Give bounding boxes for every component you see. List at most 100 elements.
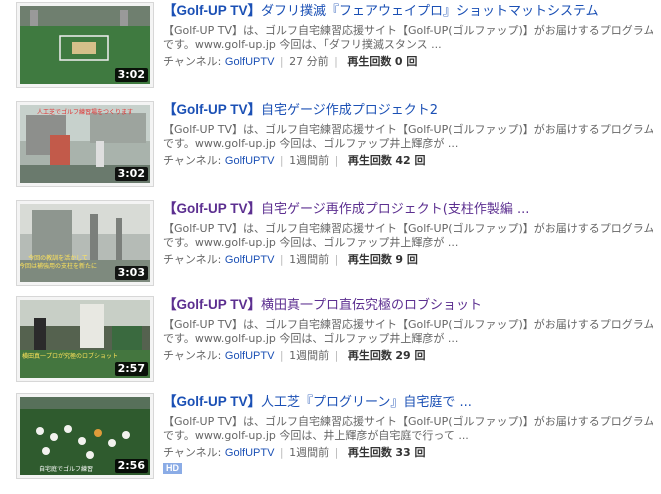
video-title-link[interactable]: 【Golf-UP TV】ダフリ撲滅『フェアウェイプロ』ショットマットシステム <box>163 2 653 20</box>
description-line-1: 【Golf-UP TV】は、ゴルフ自宅練習応援サイト【Golf-UP(ゴルファッ… <box>163 24 653 37</box>
video-description: 【Golf-UP TV】は、ゴルフ自宅練習応援サイト【Golf-UP(ゴルファッ… <box>163 318 653 346</box>
thumbnail-caption: 横田真一プロが究極のロブショット <box>22 352 118 360</box>
description-line-1: 【Golf-UP TV】は、ゴルフ自宅練習応援サイト【Golf-UP(ゴルファッ… <box>163 318 653 331</box>
view-count-label: 再生回数 <box>347 349 392 362</box>
thumbnail-caption: 今回は補強用の支柱を新たに <box>20 262 97 270</box>
view-count: 29 回 <box>395 349 426 362</box>
view-count: 9 回 <box>395 253 418 266</box>
video-duration: 3:02 <box>114 68 148 82</box>
description-line-1: 【Golf-UP TV】は、ゴルフ自宅練習応援サイト【Golf-UP(ゴルファッ… <box>163 123 653 136</box>
separator: | <box>334 55 338 68</box>
upload-time: 1週間前 <box>289 154 330 167</box>
separator: | <box>334 349 339 362</box>
thumbnail-caption: 今回の教訓を活かして <box>28 254 88 262</box>
channel-link[interactable]: GolfUPTV <box>225 56 275 68</box>
video-description: 【Golf-UP TV】は、ゴルフ自宅練習応援サイト【Golf-UP(ゴルファッ… <box>163 24 653 52</box>
hd-badge: HD <box>163 463 182 474</box>
video-stats: チャンネル: GolfUPTV | 1週間前 | 再生回数 9 回 <box>163 253 653 267</box>
view-count: 33 回 <box>395 446 426 459</box>
view-count-label: 再生回数 <box>347 154 392 167</box>
channel-link[interactable]: GolfUPTV <box>225 350 275 362</box>
video-title-link[interactable]: 【Golf-UP TV】人工芝『プログリーン』自宅庭で ... <box>163 393 653 411</box>
video-title-text: 自宅ゲージ再作成プロジェクト(支柱作製編 ... <box>261 202 530 217</box>
thumbnail-frame: 3:02 <box>16 2 154 88</box>
video-title-text: 横田真一プロ直伝究極のロブショット <box>261 298 483 313</box>
description-line-2: です。www.golf-up.jp 今回は、「ダフリ撲滅スタンス ... <box>163 38 442 51</box>
upload-time: 1週間前 <box>289 253 330 266</box>
video-item: 自宅庭でゴルフ練習 2:56 【Golf-UP TV】人工芝『プログリーン』自宅… <box>0 393 661 493</box>
channel-label: チャンネル: <box>163 154 222 167</box>
channel-label: チャンネル: <box>163 349 222 362</box>
thumbnail-caption: 人工芝でゴルフ練習場をつくります <box>37 108 133 116</box>
view-count-label: 再生回数 <box>347 446 392 459</box>
video-title-text: 人工芝『プログリーン』自宅庭で ... <box>261 395 472 410</box>
video-title-text: ダフリ撲滅『フェアウェイプロ』ショットマットシステム <box>261 4 599 19</box>
description-line-2: です。www.golf-up.jp 今回は、ゴルファップ井上輝彦が ... <box>163 236 459 249</box>
video-title-brand: 【Golf-UP TV】 <box>163 201 262 216</box>
thumbnail-frame: 横田真一プロが究極のロブショット 2:57 <box>16 296 154 382</box>
separator: | <box>279 349 284 362</box>
video-thumbnail[interactable]: 横田真一プロが究極のロブショット 2:57 <box>20 300 150 378</box>
video-title-brand: 【Golf-UP TV】 <box>163 102 262 117</box>
video-title-link[interactable]: 【Golf-UP TV】横田真一プロ直伝究極のロブショット <box>163 296 653 314</box>
separator: | <box>279 446 284 459</box>
thumbnail-frame: 自宅庭でゴルフ練習 2:56 <box>16 393 154 479</box>
video-title-brand: 【Golf-UP TV】 <box>163 394 262 409</box>
video-item: 人工芝でゴルフ練習場をつくります 3:02 【Golf-UP TV】自宅ゲージ作… <box>0 101 661 197</box>
video-item: 3:02 【Golf-UP TV】ダフリ撲滅『フェアウェイプロ』ショットマットシ… <box>0 2 661 98</box>
channel-link[interactable]: GolfUPTV <box>225 155 275 167</box>
video-duration: 2:56 <box>114 459 148 473</box>
video-title-link[interactable]: 【Golf-UP TV】自宅ゲージ作成プロジェクト2 <box>163 101 653 119</box>
separator: | <box>279 55 284 68</box>
video-duration: 2:57 <box>114 362 148 376</box>
upload-time: 1週間前 <box>289 446 330 459</box>
video-description: 【Golf-UP TV】は、ゴルフ自宅練習応援サイト【Golf-UP(ゴルファッ… <box>163 415 653 443</box>
channel-link[interactable]: GolfUPTV <box>225 447 275 459</box>
video-stats: チャンネル: GolfUPTV | 1週間前 | 再生回数 42 回 <box>163 154 653 168</box>
video-meta: 【Golf-UP TV】横田真一プロ直伝究極のロブショット 【Golf-UP T… <box>163 296 653 363</box>
video-thumbnail[interactable]: 自宅庭でゴルフ練習 2:56 <box>20 397 150 475</box>
video-title-link[interactable]: 【Golf-UP TV】自宅ゲージ再作成プロジェクト(支柱作製編 ... <box>163 200 653 218</box>
upload-time: 1週間前 <box>289 349 330 362</box>
video-title-text: 自宅ゲージ作成プロジェクト2 <box>261 103 439 118</box>
separator: | <box>279 154 284 167</box>
video-thumbnail[interactable]: 人工芝でゴルフ練習場をつくります 3:02 <box>20 105 150 183</box>
video-description: 【Golf-UP TV】は、ゴルフ自宅練習応援サイト【Golf-UP(ゴルファッ… <box>163 123 653 151</box>
view-count-label: 再生回数 <box>347 55 392 68</box>
separator: | <box>279 253 284 266</box>
video-stats: チャンネル: GolfUPTV | 27 分前 | 再生回数 0 回 <box>163 55 653 69</box>
video-thumbnail[interactable]: 今回の教訓を活かして 今回は補強用の支柱を新たに 3:03 <box>20 204 150 282</box>
description-line-2: です。www.golf-up.jp 今回は、井上輝彦が自宅庭で行って ... <box>163 429 469 442</box>
video-meta: 【Golf-UP TV】人工芝『プログリーン』自宅庭で ... 【Golf-UP… <box>163 393 653 460</box>
video-meta: 【Golf-UP TV】自宅ゲージ再作成プロジェクト(支柱作製編 ... 【Go… <box>163 200 653 267</box>
video-results-list: 3:02 【Golf-UP TV】ダフリ撲滅『フェアウェイプロ』ショットマットシ… <box>0 0 661 494</box>
video-thumbnail[interactable]: 3:02 <box>20 6 150 84</box>
video-stats: チャンネル: GolfUPTV | 1週間前 | 再生回数 33 回 <box>163 446 653 460</box>
channel-label: チャンネル: <box>163 253 222 266</box>
video-title-brand: 【Golf-UP TV】 <box>163 3 262 18</box>
separator: | <box>334 446 339 459</box>
view-count: 42 回 <box>395 154 426 167</box>
video-stats: チャンネル: GolfUPTV | 1週間前 | 再生回数 29 回 <box>163 349 653 363</box>
view-count-label: 再生回数 <box>347 253 392 266</box>
thumbnail-frame: 人工芝でゴルフ練習場をつくります 3:02 <box>16 101 154 187</box>
separator: | <box>334 253 339 266</box>
video-title-brand: 【Golf-UP TV】 <box>163 297 262 312</box>
video-meta: 【Golf-UP TV】自宅ゲージ作成プロジェクト2 【Golf-UP TV】は… <box>163 101 653 168</box>
video-description: 【Golf-UP TV】は、ゴルフ自宅練習応援サイト【Golf-UP(ゴルファッ… <box>163 222 653 250</box>
description-line-2: です。www.golf-up.jp 今回は、ゴルファップ井上輝彦が ... <box>163 137 459 150</box>
video-item: 今回の教訓を活かして 今回は補強用の支柱を新たに 3:03 【Golf-UP T… <box>0 200 661 296</box>
view-count: 0 回 <box>394 55 418 68</box>
channel-link[interactable]: GolfUPTV <box>225 254 275 266</box>
upload-time: 27 分前 <box>289 55 329 68</box>
video-duration: 3:02 <box>114 167 148 181</box>
video-duration: 3:03 <box>114 266 148 280</box>
description-line-2: です。www.golf-up.jp 今回は、ゴルファップ井上輝彦が ... <box>163 332 459 345</box>
video-item: 横田真一プロが究極のロブショット 2:57 【Golf-UP TV】横田真一プロ… <box>0 296 661 392</box>
thumbnail-caption: 自宅庭でゴルフ練習 <box>39 465 93 473</box>
description-line-1: 【Golf-UP TV】は、ゴルフ自宅練習応援サイト【Golf-UP(ゴルファッ… <box>163 415 653 428</box>
channel-label: チャンネル: <box>163 446 222 459</box>
description-line-1: 【Golf-UP TV】は、ゴルフ自宅練習応援サイト【Golf-UP(ゴルファッ… <box>163 222 653 235</box>
thumbnail-frame: 今回の教訓を活かして 今回は補強用の支柱を新たに 3:03 <box>16 200 154 286</box>
video-meta: 【Golf-UP TV】ダフリ撲滅『フェアウェイプロ』ショットマットシステム 【… <box>163 2 653 69</box>
